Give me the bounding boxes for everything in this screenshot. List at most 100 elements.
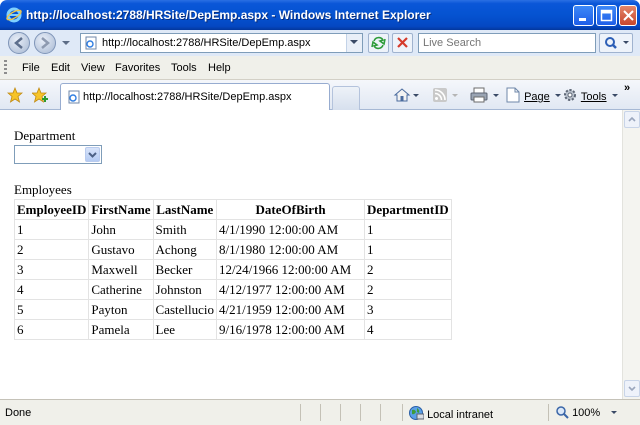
tools-menu-label: Tools <box>580 91 607 103</box>
maximize-button[interactable] <box>596 5 617 26</box>
chevron-down-icon <box>611 411 618 414</box>
ie-logo-icon <box>6 7 22 23</box>
history-dropdown-icon[interactable] <box>62 41 70 46</box>
table-cell: Johnston <box>152 279 218 300</box>
window-title: http://localhost:2788/HRSite/DepEmp.aspx… <box>26 8 431 22</box>
tab-depemp[interactable]: http://localhost:2788/HRSite/DepEmp.aspx <box>60 83 330 110</box>
chevron-down-icon <box>628 386 636 392</box>
stop-button[interactable] <box>392 33 413 53</box>
search-icon <box>605 37 629 49</box>
address-bar[interactable]: http://localhost:2788/HRSite/DepEmp.aspx <box>80 33 363 53</box>
table-cell: Payton <box>88 299 154 320</box>
menu-grip <box>4 60 7 76</box>
column-header: LastName <box>152 199 218 220</box>
forward-icon <box>41 37 50 49</box>
add-favorites-icon[interactable] <box>32 87 50 103</box>
status-bar: Done Local intranet 100% <box>0 399 640 425</box>
page-icon <box>68 90 80 104</box>
tab-bar: http://localhost:2788/HRSite/DepEmp.aspx <box>0 80 640 110</box>
scroll-up-button[interactable] <box>624 111 640 128</box>
menu-edit[interactable]: Edit <box>51 62 70 74</box>
page-menu-button[interactable]: Page <box>505 87 563 103</box>
tab-label: http://localhost:2788/HRSite/DepEmp.aspx <box>83 91 292 103</box>
employees-label: Employees <box>14 182 72 197</box>
column-header: EmployeeID <box>13 199 90 220</box>
toolbar-overflow-icon[interactable]: » <box>624 82 630 94</box>
status-divider <box>340 404 341 421</box>
table-row: 3 Maxwell Becker 12/24/1966 12:00:00 AM … <box>13 259 452 280</box>
table-cell: 4 <box>364 319 452 340</box>
menu-favorites[interactable]: Favorites <box>115 62 160 74</box>
column-header: FirstName <box>88 199 154 220</box>
table-cell: Maxwell <box>88 259 154 280</box>
address-dropdown-button[interactable] <box>346 34 362 52</box>
table-cell: 6 <box>13 319 90 340</box>
refresh-icon <box>371 36 386 50</box>
department-dropdown-button[interactable] <box>85 147 100 162</box>
table-cell: Lee <box>152 319 218 340</box>
forward-button[interactable] <box>34 32 56 54</box>
zoom-level: 100% <box>572 407 601 419</box>
status-divider <box>360 404 361 421</box>
page-content: Department Employees EmployeeID FirstNam… <box>0 110 622 399</box>
back-icon <box>14 37 23 49</box>
title-bar: http://localhost:2788/HRSite/DepEmp.aspx… <box>0 0 640 30</box>
security-zone-label: Local intranet <box>427 409 494 421</box>
table-cell: John <box>88 219 154 240</box>
address-url[interactable]: http://localhost:2788/HRSite/DepEmp.aspx <box>102 37 311 49</box>
menu-help[interactable]: Help <box>208 62 231 74</box>
address-toolbar: http://localhost:2788/HRSite/DepEmp.aspx <box>0 30 640 56</box>
table-row: 4 Catherine Johnston 4/12/1977 12:00:00 … <box>13 279 452 300</box>
scroll-down-button[interactable] <box>624 380 640 397</box>
maximize-icon <box>600 9 613 22</box>
table-cell: 1 <box>364 239 452 260</box>
chevron-down-icon <box>350 40 358 44</box>
search-button[interactable] <box>599 33 633 53</box>
vertical-scrollbar[interactable] <box>622 110 640 399</box>
table-cell: 2 <box>13 239 90 260</box>
refresh-button[interactable] <box>368 33 389 53</box>
table-cell: Smith <box>152 219 218 240</box>
department-label: Department <box>14 128 76 143</box>
zoom-icon <box>556 406 569 419</box>
table-cell: 2 <box>364 279 452 300</box>
new-tab-button[interactable] <box>332 86 360 110</box>
table-cell: 2 <box>364 259 452 280</box>
feeds-button[interactable] <box>432 87 458 103</box>
page-menu-icon <box>506 87 520 103</box>
status-divider <box>380 404 381 421</box>
minimize-icon <box>579 18 586 21</box>
print-button[interactable] <box>470 87 500 103</box>
chevron-down-icon <box>611 94 618 97</box>
table-row: 1 John Smith 4/1/1990 12:00:00 AM 1 <box>13 219 452 240</box>
menu-file[interactable]: File <box>22 62 40 74</box>
search-input[interactable] <box>423 35 593 51</box>
table-cell: 1 <box>364 219 452 240</box>
page-icon <box>85 36 97 50</box>
security-zone[interactable]: Local intranet <box>408 405 493 421</box>
chevron-up-icon <box>628 116 636 122</box>
table-cell: 4 <box>13 279 90 300</box>
menu-bar: File Edit View Favorites Tools Help <box>0 56 640 80</box>
close-button[interactable] <box>619 5 637 26</box>
status-divider <box>548 404 549 421</box>
table-cell: 5 <box>13 299 90 320</box>
tools-gear-icon <box>564 89 576 101</box>
status-text: Done <box>5 407 32 419</box>
table-cell: 4/1/1990 12:00:00 AM <box>216 219 366 240</box>
favorites-star-icon[interactable] <box>7 87 23 103</box>
department-dropdown[interactable] <box>14 145 102 164</box>
close-icon <box>623 10 634 21</box>
status-divider <box>300 404 301 421</box>
employees-table: EmployeeID FirstName LastName DateOfBirt… <box>13 199 452 340</box>
menu-tools[interactable]: Tools <box>171 62 197 74</box>
minimize-button[interactable] <box>573 5 594 26</box>
table-row: 2 Gustavo Achong 8/1/1980 12:00:00 AM 1 <box>13 239 452 260</box>
tools-menu-button[interactable]: Tools <box>562 87 620 103</box>
stop-icon <box>397 37 408 48</box>
back-button[interactable] <box>8 32 30 54</box>
zoom-control[interactable]: 100% <box>555 405 619 419</box>
home-button[interactable] <box>393 87 419 103</box>
menu-view[interactable]: View <box>81 62 105 74</box>
search-box[interactable] <box>418 33 596 53</box>
